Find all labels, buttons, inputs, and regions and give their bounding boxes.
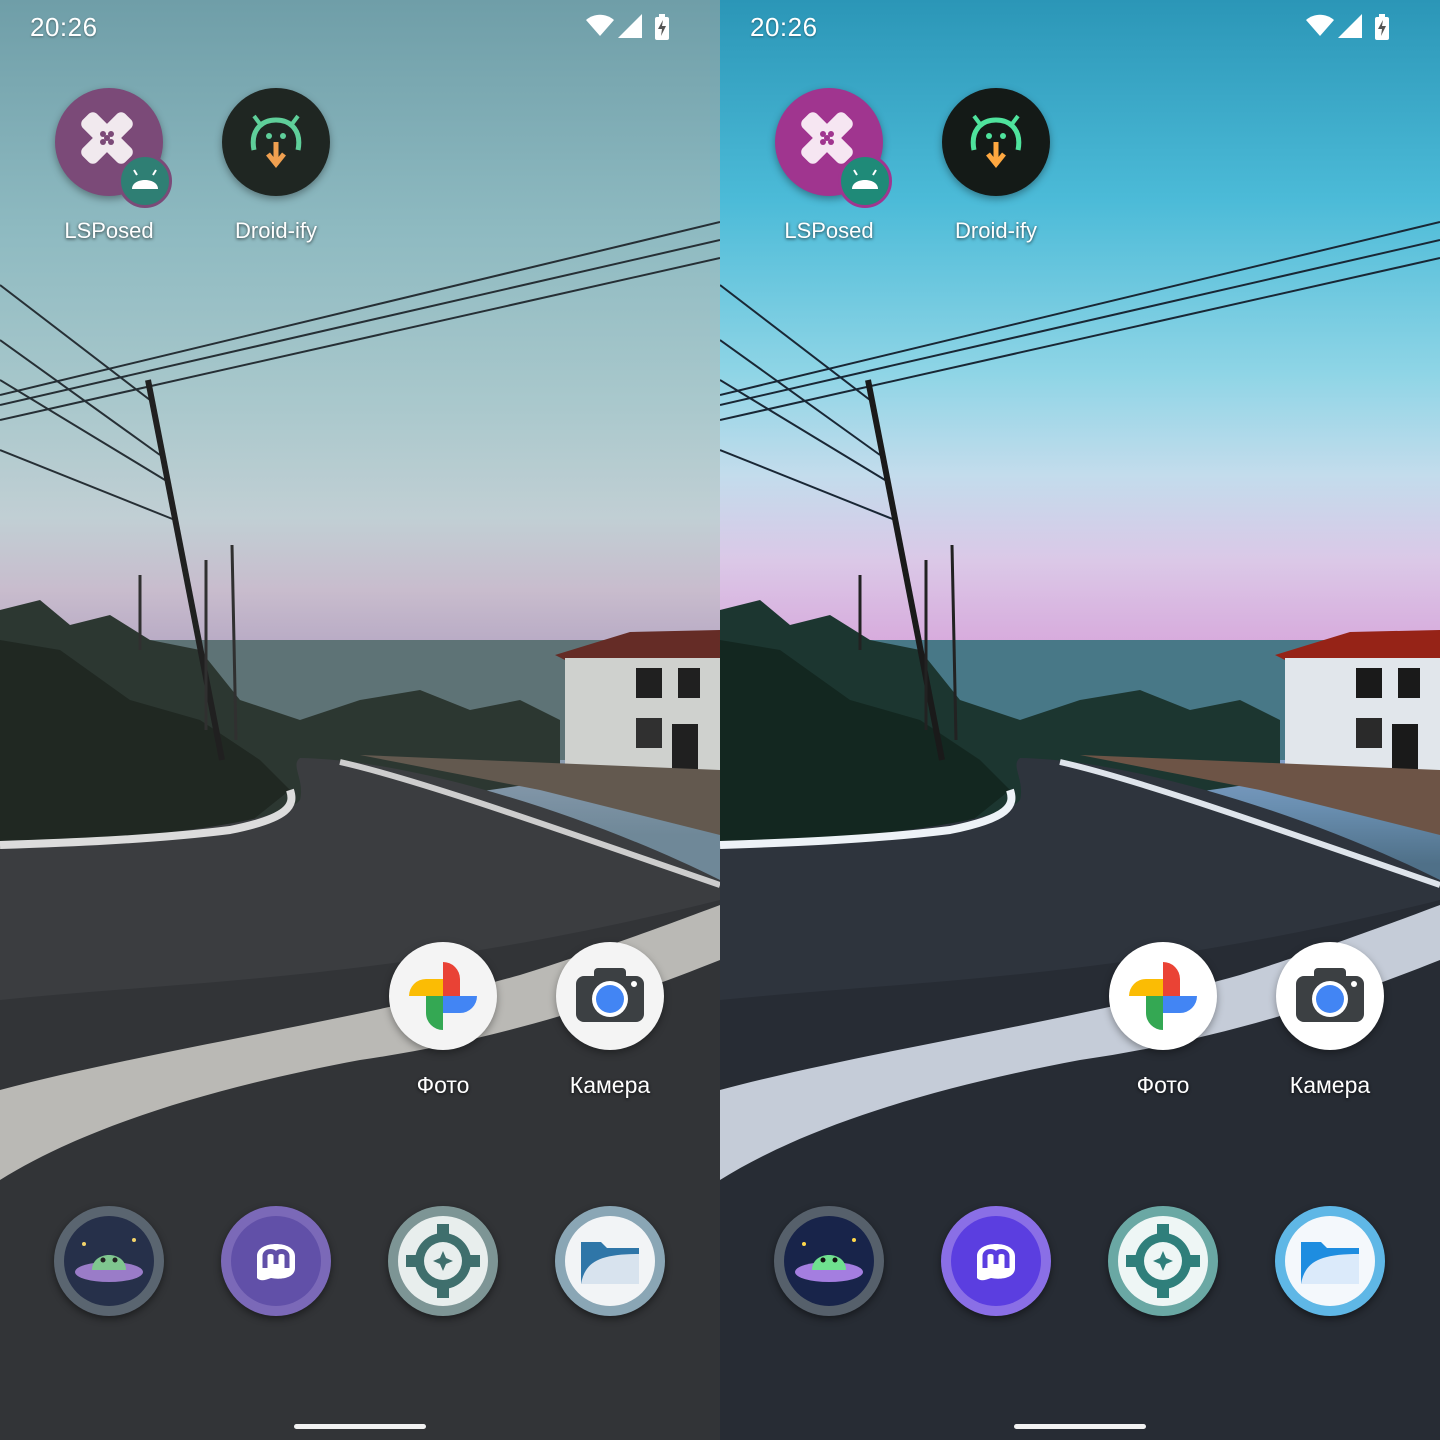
mastodon-icon [951, 1216, 1041, 1306]
files-folder-icon [1285, 1216, 1375, 1306]
battery-charging-icon [1374, 14, 1390, 45]
ufo-alien-app-icon [64, 1216, 154, 1306]
dock-app-ufo[interactable] [54, 1206, 164, 1316]
status-icons [586, 14, 676, 40]
phone-screen-right: 20:26 LSPosed Droid-ify Фото Камера [720, 0, 1440, 1440]
dock-app-files[interactable] [555, 1206, 665, 1316]
mastodon-icon [231, 1216, 321, 1306]
droid-ify-icon [222, 88, 330, 196]
app-label: Фото [416, 1072, 470, 1098]
app-photos[interactable]: Фото [368, 942, 518, 1102]
app-camera[interactable]: Камера [1255, 942, 1405, 1102]
phone-screen-left: 20:26 LSPosed Droid-ify Фото Камера [0, 0, 720, 1440]
cell-signal-icon [618, 14, 642, 43]
android-badge-icon [118, 154, 172, 208]
gesture-nav-handle[interactable] [294, 1424, 426, 1429]
settings-gear-icon [1118, 1216, 1208, 1306]
status-bar: 20:26 [720, 0, 1440, 56]
app-droid-ify[interactable]: Droid-ify [201, 88, 351, 248]
droid-ify-icon [942, 88, 1050, 196]
app-label: Фото [1136, 1072, 1190, 1098]
app-label: LSPosed [784, 218, 874, 243]
cell-signal-icon [1338, 14, 1362, 43]
status-bar: 20:26 [0, 0, 720, 56]
google-photos-icon [389, 942, 497, 1050]
status-icons [1306, 14, 1396, 40]
app-lsposed[interactable]: LSPosed [754, 88, 904, 248]
app-camera[interactable]: Камера [535, 942, 685, 1102]
google-photos-icon [1109, 942, 1217, 1050]
camera-icon [556, 942, 664, 1050]
app-label: Камера [569, 1072, 651, 1098]
battery-charging-icon [654, 14, 670, 45]
status-time: 20:26 [750, 12, 818, 42]
wifi-icon [1306, 14, 1334, 43]
gesture-nav-handle[interactable] [1014, 1424, 1146, 1429]
dock-app-files[interactable] [1275, 1206, 1385, 1316]
dock-app-settings[interactable] [388, 1206, 498, 1316]
files-folder-icon [565, 1216, 655, 1306]
dock-app-mastodon[interactable] [221, 1206, 331, 1316]
dock-app-settings[interactable] [1108, 1206, 1218, 1316]
dock-app-mastodon[interactable] [941, 1206, 1051, 1316]
app-label: Камера [1289, 1072, 1371, 1098]
dock-app-ufo[interactable] [774, 1206, 884, 1316]
status-time: 20:26 [30, 12, 98, 42]
wifi-icon [586, 14, 614, 43]
screenshot-comparison: 20:26 LSPosed Droid-ify Фото Камера 20:2… [0, 0, 1440, 1440]
settings-gear-icon [398, 1216, 488, 1306]
app-droid-ify[interactable]: Droid-ify [921, 88, 1071, 248]
app-label: Droid-ify [955, 218, 1037, 243]
camera-icon [1276, 942, 1384, 1050]
app-photos[interactable]: Фото [1088, 942, 1238, 1102]
app-lsposed[interactable]: LSPosed [34, 88, 184, 248]
android-badge-icon [838, 154, 892, 208]
app-label: LSPosed [64, 218, 154, 243]
ufo-alien-app-icon [784, 1216, 874, 1306]
app-label: Droid-ify [235, 218, 317, 243]
